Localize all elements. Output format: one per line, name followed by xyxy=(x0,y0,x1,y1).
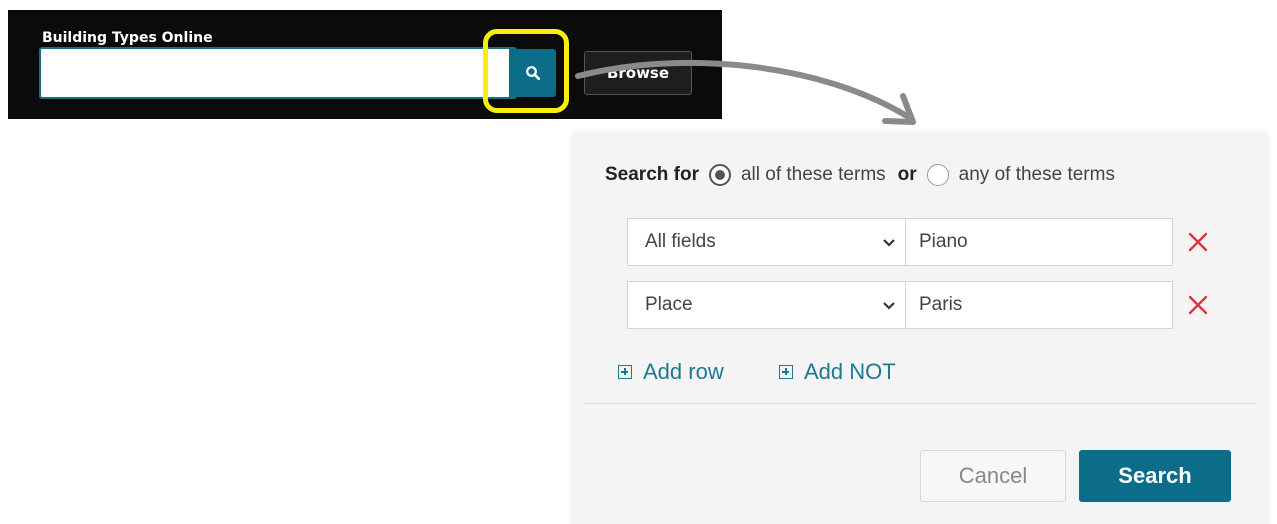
match-any-radio[interactable] xyxy=(926,164,949,186)
header-search-bar: Building Types Online Browse xyxy=(8,10,722,119)
search-input[interactable] xyxy=(39,47,517,99)
advanced-search-panel: Search for all of these terms or any of … xyxy=(572,132,1268,524)
or-label: or xyxy=(897,164,917,185)
match-any-label: any of these terms xyxy=(958,164,1115,185)
term-input[interactable]: Piano xyxy=(906,218,1173,266)
add-row-link[interactable]: Add row xyxy=(618,359,724,385)
close-icon xyxy=(1188,232,1208,252)
remove-row-button[interactable] xyxy=(1185,229,1211,255)
chevron-down-icon xyxy=(883,302,895,310)
search-button[interactable] xyxy=(509,49,556,97)
browse-button[interactable]: Browse xyxy=(584,51,692,95)
search-submit-button[interactable]: Search xyxy=(1079,450,1231,502)
cancel-button[interactable]: Cancel xyxy=(920,450,1066,502)
site-title: Building Types Online xyxy=(42,30,213,46)
add-row-label: Add row xyxy=(643,359,724,384)
add-not-link[interactable]: Add NOT xyxy=(779,359,896,385)
search-for-label: Search for xyxy=(605,164,699,185)
search-icon xyxy=(525,66,540,81)
plus-square-icon xyxy=(779,365,793,379)
term-input-value: Piano xyxy=(919,231,968,252)
match-mode-row: Search for all of these terms or any of … xyxy=(605,163,1115,187)
close-icon xyxy=(1188,295,1208,315)
field-select-value: Place xyxy=(645,294,693,315)
term-input[interactable]: Paris xyxy=(906,281,1173,329)
term-input-value: Paris xyxy=(919,294,963,315)
divider xyxy=(583,403,1256,404)
field-select-value: All fields xyxy=(645,231,716,252)
plus-square-icon xyxy=(618,365,632,379)
remove-row-button[interactable] xyxy=(1185,292,1211,318)
field-select[interactable]: Place xyxy=(627,281,906,329)
match-all-radio[interactable] xyxy=(708,164,731,186)
add-not-label: Add NOT xyxy=(804,359,896,384)
chevron-down-icon xyxy=(883,239,895,247)
match-all-label: all of these terms xyxy=(740,164,886,185)
field-select[interactable]: All fields xyxy=(627,218,906,266)
